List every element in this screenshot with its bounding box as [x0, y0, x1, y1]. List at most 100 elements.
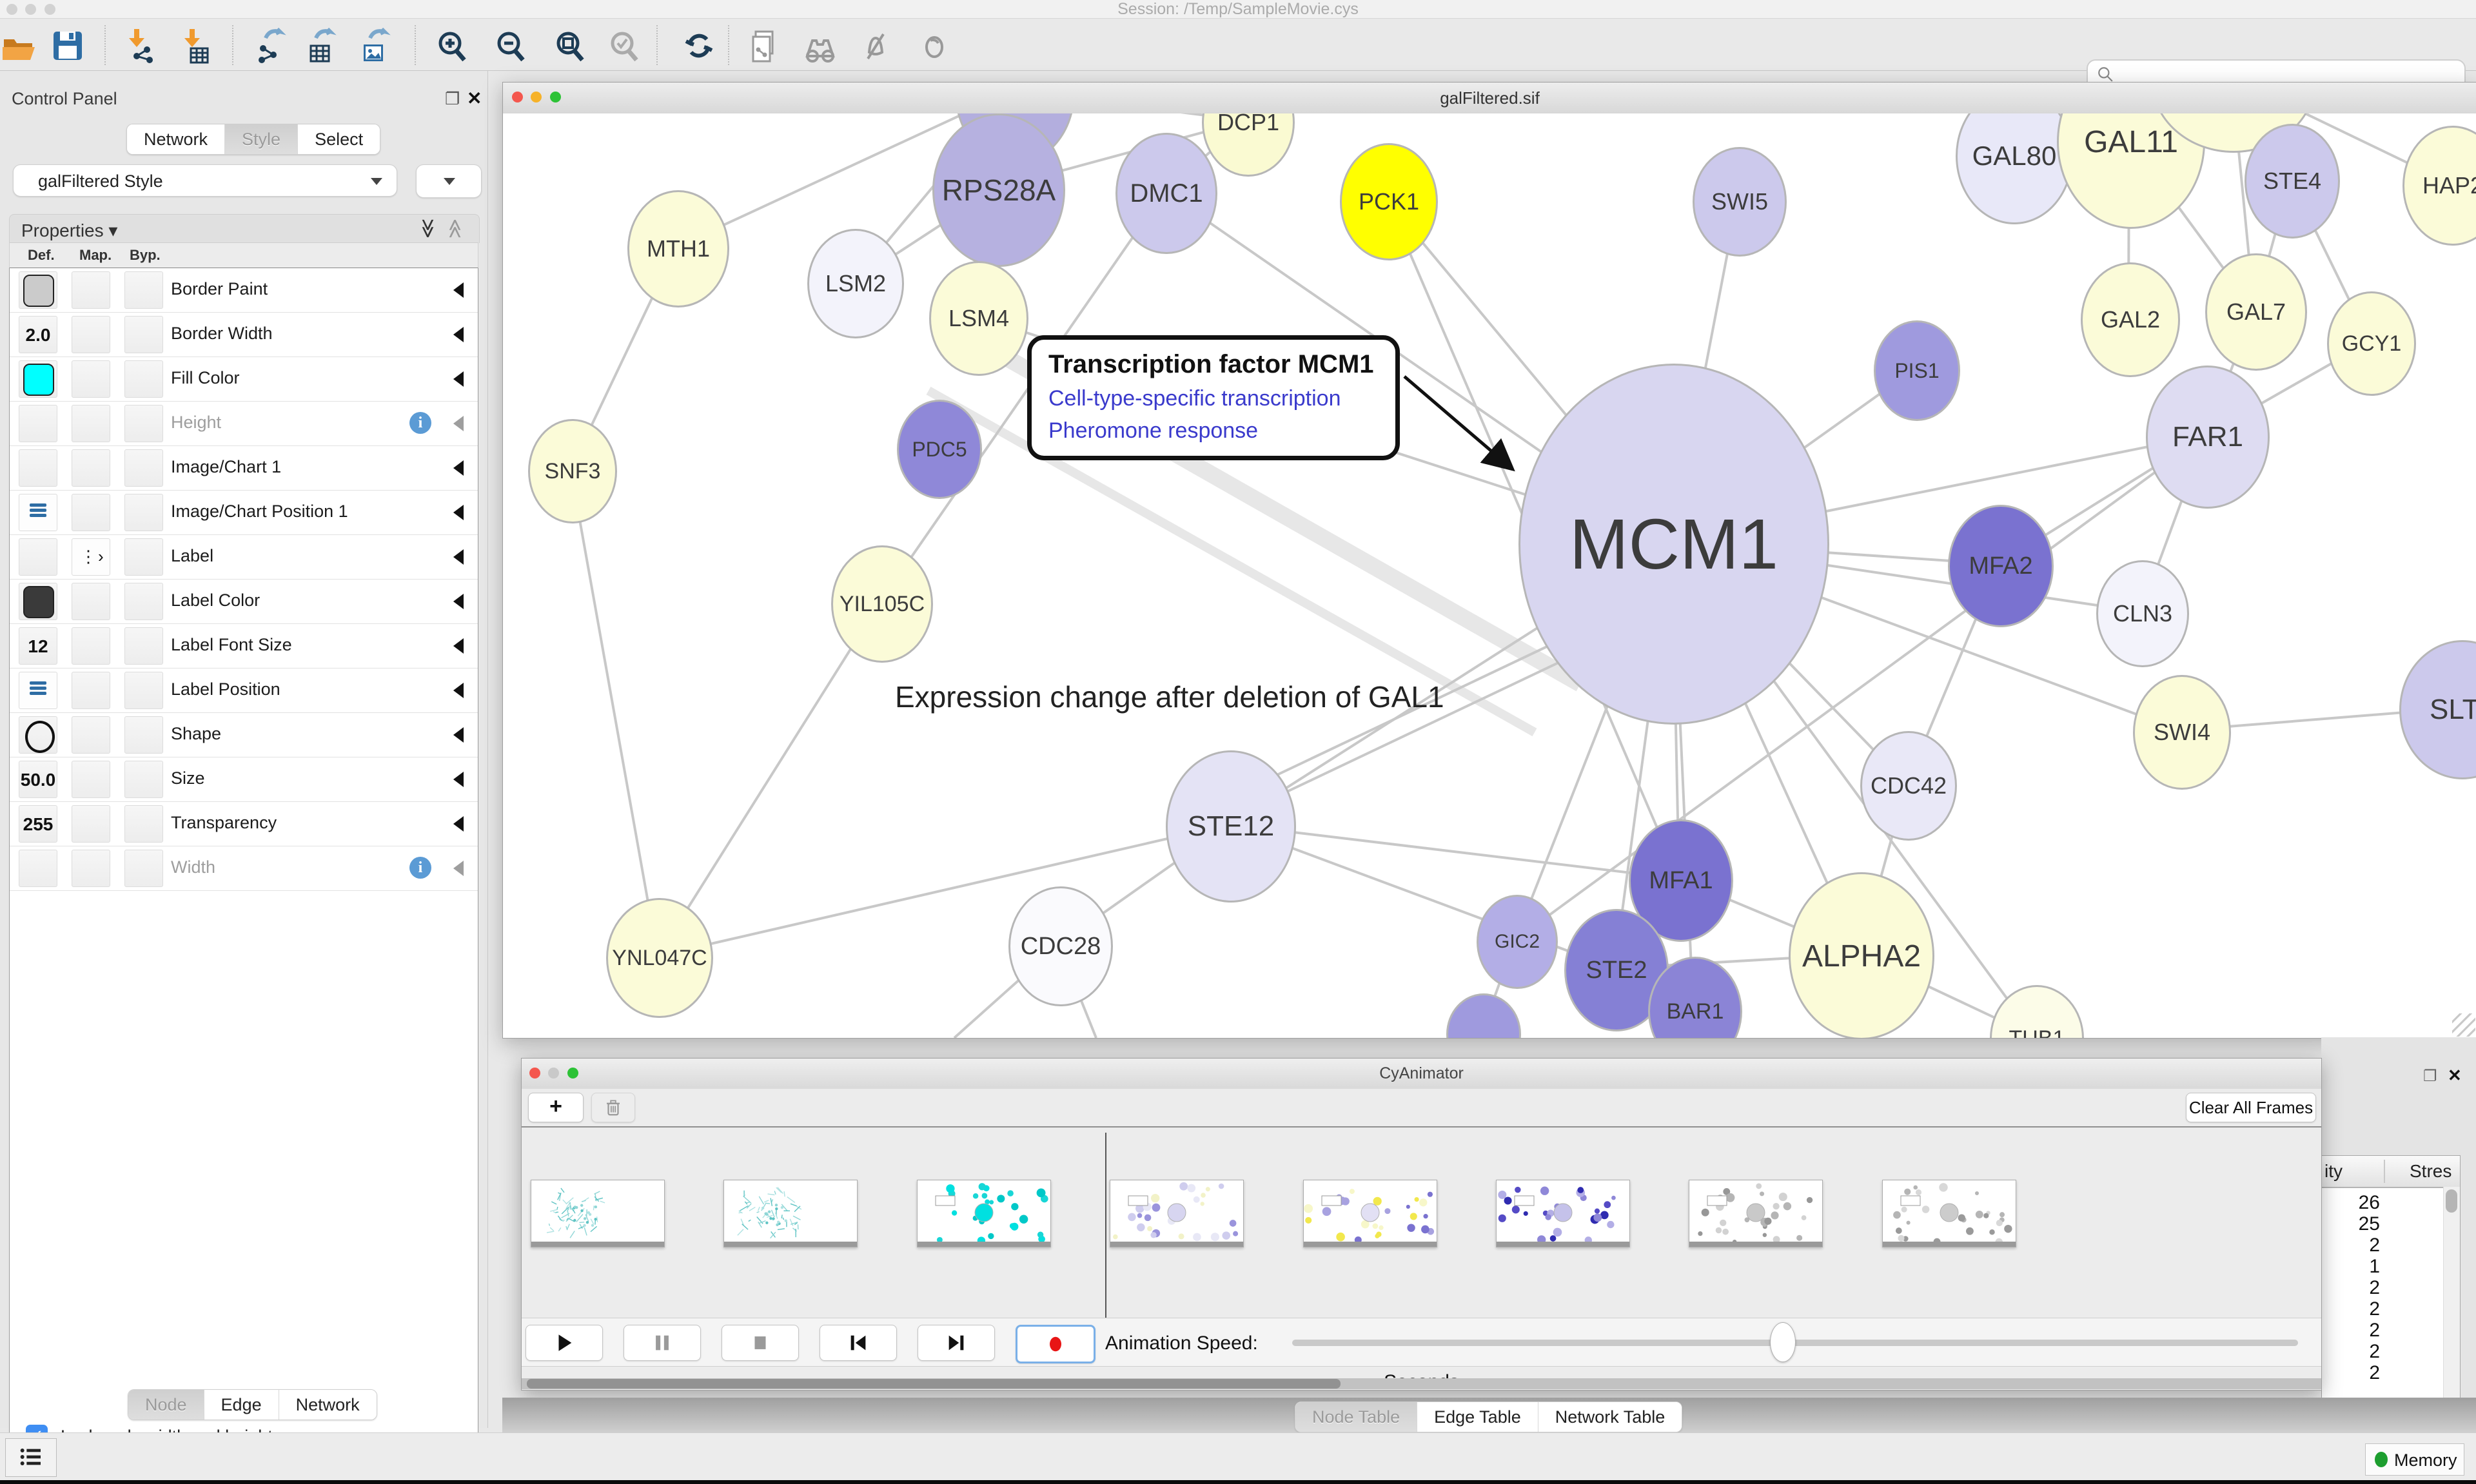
annotation-box[interactable]: Transcription factor MCM1 Cell-type-spec… — [1027, 335, 1400, 460]
bypass-cell[interactable] — [124, 850, 163, 887]
tab-network-table[interactable]: Network Table — [1538, 1402, 1682, 1432]
collapse-arrow-icon[interactable] — [453, 816, 464, 832]
property-row-shape[interactable]: Shape — [10, 713, 478, 757]
float-panel-icon[interactable]: ❐ — [445, 89, 460, 109]
table-cell-value[interactable]: 2 — [2330, 1320, 2380, 1342]
collapse-arrow-icon[interactable] — [453, 327, 464, 342]
default-value-cell[interactable] — [19, 850, 57, 887]
node-yil105c[interactable]: YIL105C — [831, 545, 933, 663]
node-cln3[interactable]: CLN3 — [2096, 560, 2189, 667]
default-value-cell[interactable] — [19, 716, 57, 754]
record-button[interactable] — [1016, 1325, 1096, 1363]
default-value-cell[interactable] — [19, 449, 57, 487]
node-swi4[interactable]: SWI4 — [2133, 675, 2231, 790]
property-row-label[interactable]: ⋮›Label — [10, 535, 478, 580]
bypass-cell[interactable] — [124, 716, 163, 754]
resize-grip[interactable] — [2452, 1013, 2475, 1037]
mapping-cell[interactable] — [72, 672, 110, 709]
default-value-cell[interactable]: 2.0 — [19, 316, 57, 353]
cyanimator-titlebar[interactable]: CyAnimator — [522, 1059, 2321, 1089]
property-row-image-chart-1[interactable]: Image/Chart 1 — [10, 446, 478, 491]
stop-button[interactable] — [722, 1325, 799, 1361]
property-row-width[interactable]: Widthi — [10, 846, 478, 891]
annotation-link-2[interactable]: Pheromone response — [1048, 418, 1258, 444]
timeline-strip[interactable]: 0123456789 Seconds — [522, 1128, 2321, 1318]
clone-network-icon[interactable] — [747, 28, 783, 64]
import-table-icon[interactable] — [181, 28, 217, 64]
node-alpha2[interactable]: ALPHA2 — [1789, 872, 1934, 1038]
property-row-label-color[interactable]: Label Color — [10, 580, 478, 624]
export-image-icon[interactable] — [356, 28, 392, 64]
close-panel-icon[interactable]: ✕ — [467, 88, 482, 109]
tab-node[interactable]: Node — [128, 1390, 204, 1420]
collapse-arrow-icon[interactable] — [453, 371, 464, 387]
node-rps28a[interactable]: RPS28A — [932, 113, 1065, 267]
frame-thumbnail-4[interactable] — [1110, 1180, 1244, 1247]
property-row-size[interactable]: 50.0Size — [10, 757, 478, 802]
horizontal-scrollbar[interactable] — [522, 1378, 2321, 1389]
skip-start-button[interactable] — [820, 1325, 897, 1361]
memory-button[interactable]: Memory — [2365, 1443, 2464, 1476]
mapping-cell[interactable] — [72, 360, 110, 398]
maximize-icon[interactable] — [550, 92, 561, 103]
show-icon[interactable] — [916, 28, 952, 64]
mapping-cell[interactable] — [72, 716, 110, 754]
scrollbar-thumb[interactable] — [527, 1379, 1341, 1389]
expand-all-icon[interactable]: ≫ — [417, 219, 439, 239]
open-folder-icon[interactable] — [1, 28, 37, 64]
node-gal7[interactable]: GAL7 — [2205, 253, 2307, 371]
playhead[interactable] — [1105, 1133, 1106, 1322]
node-swi5[interactable]: SWI5 — [1693, 147, 1787, 257]
collapse-arrow-icon[interactable] — [453, 772, 464, 787]
bypass-cell[interactable] — [124, 627, 163, 665]
node-far1[interactable]: FAR1 — [2146, 366, 2270, 509]
table-cell-value[interactable]: 2 — [2330, 1341, 2380, 1363]
add-frame-button[interactable]: + — [528, 1093, 584, 1122]
node-lsm2[interactable]: LSM2 — [807, 229, 904, 338]
zoom-out-icon[interactable] — [493, 28, 529, 64]
zoom-selected-icon[interactable] — [607, 28, 643, 64]
mapping-cell[interactable] — [72, 271, 110, 309]
default-value-cell[interactable]: 50.0 — [19, 761, 57, 798]
speed-slider-thumb[interactable] — [1770, 1322, 1796, 1362]
default-value-cell[interactable] — [19, 672, 57, 709]
mapping-cell[interactable] — [72, 627, 110, 665]
bypass-cell[interactable] — [124, 360, 163, 398]
annotation-link-1[interactable]: Cell-type-specific transcription — [1048, 386, 1341, 411]
network-edge[interactable] — [658, 602, 880, 956]
property-row-label-position[interactable]: Label Position — [10, 669, 478, 713]
close-panel-icon[interactable]: ✕ — [2448, 1066, 2462, 1086]
node-cdc28[interactable]: CDC28 — [1008, 886, 1113, 1006]
node-mcm1[interactable]: MCM1 — [1518, 364, 1829, 725]
property-row-border-paint[interactable]: Border Paint — [10, 268, 478, 313]
window-controls[interactable] — [529, 1068, 584, 1082]
property-row-label-font-size[interactable]: 12Label Font Size — [10, 624, 478, 669]
bypass-cell[interactable] — [124, 761, 163, 798]
vertical-scrollbar[interactable] — [2443, 1187, 2461, 1399]
network-edge[interactable] — [1229, 825, 1679, 879]
collapse-arrow-icon[interactable] — [453, 727, 464, 743]
table-cell-value[interactable]: 2 — [2330, 1277, 2380, 1299]
collapse-arrow-icon[interactable] — [453, 861, 464, 876]
window-controls[interactable] — [512, 92, 566, 106]
node-table-header[interactable]: ity Stres — [2322, 1156, 2460, 1188]
property-row-height[interactable]: Heighti — [10, 402, 478, 446]
frame-thumbnail-8[interactable] — [1882, 1180, 2016, 1247]
collapse-arrow-icon[interactable] — [453, 549, 464, 565]
column-stress[interactable]: Stres — [2410, 1161, 2451, 1182]
info-icon[interactable]: i — [409, 412, 431, 434]
frame-thumbnail-5[interactable] — [1303, 1180, 1437, 1247]
table-cell-value[interactable]: 26 — [2330, 1192, 2380, 1214]
collapse-all-icon[interactable]: ≫ — [444, 219, 466, 239]
default-value-cell[interactable] — [19, 360, 57, 398]
frame-thumbnail-3[interactable] — [917, 1180, 1051, 1247]
column-divider[interactable] — [2384, 1160, 2385, 1183]
default-value-cell[interactable] — [19, 538, 57, 576]
bypass-cell[interactable] — [124, 316, 163, 353]
mapping-cell[interactable]: ⋮› — [72, 538, 110, 576]
network-edge[interactable] — [571, 469, 658, 956]
node-ste12[interactable]: STE12 — [1166, 750, 1296, 903]
mapping-cell[interactable] — [72, 494, 110, 531]
bypass-cell[interactable] — [124, 583, 163, 620]
save-icon[interactable] — [50, 28, 86, 64]
